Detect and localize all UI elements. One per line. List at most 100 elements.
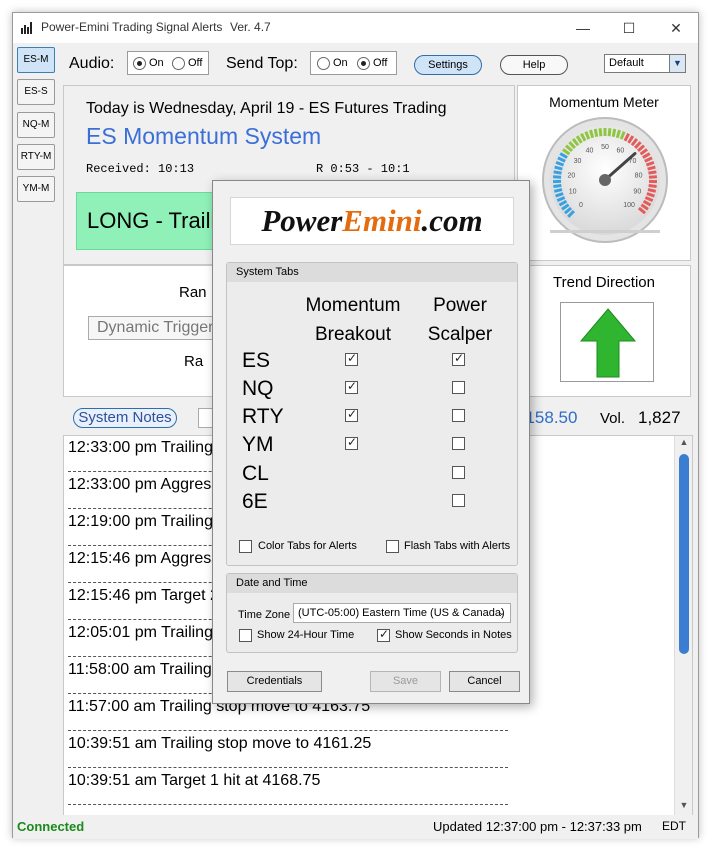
gauge-tick-label: 60 — [617, 148, 625, 155]
tab-es-s[interactable]: ES-S — [17, 79, 55, 105]
gauge-tick-label: 10 — [569, 189, 577, 196]
minimize-button[interactable]: — — [560, 13, 606, 43]
gauge-band-segment — [607, 128, 612, 137]
tab-nq-m[interactable]: NQ-M — [17, 112, 55, 138]
power-scalper-header: Power Scalper — [415, 291, 505, 349]
row-label-cl: CL — [242, 462, 269, 485]
profile-select[interactable]: Default ▼ — [604, 54, 686, 73]
date-time-group: Date and Time Time Zone (UTC-05:00) East… — [226, 573, 518, 653]
show-24-hour-label: Show 24-Hour Time — [257, 629, 355, 641]
tab-rty-m[interactable]: RTY-M — [17, 144, 55, 170]
received-time: Received: 10:13 — [86, 162, 195, 176]
gauge-tick-label: 20 — [568, 173, 576, 180]
volume-label: Vol. — [600, 410, 626, 427]
gauge-band-segment — [553, 188, 563, 193]
momentum-breakout-header: Momentum Breakout — [297, 291, 409, 349]
scroll-down-icon[interactable]: ▼ — [675, 800, 692, 816]
es-scalper-checkbox[interactable] — [452, 351, 465, 366]
color-tabs-checkbox[interactable] — [239, 540, 252, 553]
arrow-up-icon — [579, 308, 637, 378]
flash-tabs-checkbox[interactable] — [386, 540, 399, 553]
time-zone-label: Time Zone — [238, 609, 291, 621]
logo: PowerEmini.com — [230, 197, 514, 245]
row-label-es: ES — [242, 349, 271, 372]
audio-radio-group: On Off — [127, 51, 209, 75]
range-label-1: Ran — [179, 284, 207, 301]
title-bar: Power-Emini Trading Signal Alerts Ver. 4… — [13, 13, 698, 43]
list-item: 10:39:51 am Target 1 hit at 4168.75 — [68, 769, 508, 805]
volume-value: 1,827 — [638, 408, 681, 427]
gauge-band-segment — [553, 184, 562, 189]
audio-off-radio[interactable] — [172, 57, 185, 70]
scroll-thumb[interactable] — [679, 454, 689, 654]
chevron-down-icon[interactable]: ▼ — [669, 55, 685, 72]
logo-text: PowerEmini.com — [231, 203, 513, 239]
6e-scalper-checkbox[interactable] — [452, 494, 465, 507]
close-button[interactable]: ✕ — [653, 13, 699, 43]
system-tabs-title: System Tabs — [227, 263, 517, 282]
row-label-6e: 6E — [242, 490, 268, 513]
scroll-up-icon[interactable]: ▲ — [675, 437, 692, 453]
gauge-tick-label: 90 — [633, 189, 641, 196]
ym-momentum-checkbox[interactable] — [345, 435, 358, 450]
audio-on-radio[interactable] — [133, 57, 146, 70]
es-momentum-checkbox[interactable] — [345, 351, 358, 366]
gauge-band-segment — [647, 165, 656, 171]
tab-ym-m[interactable]: YM-M — [17, 176, 55, 202]
gauge-tick-label: 100 — [623, 202, 635, 209]
show-seconds-checkbox[interactable] — [377, 627, 390, 642]
save-button[interactable]: Save — [370, 671, 441, 692]
today-text: Today is Wednesday, April 19 - ES Future… — [86, 100, 447, 117]
time-zone-select[interactable]: (UTC-05:00) Eastern Time (US & Canada) ⌄ — [293, 603, 511, 623]
settings-button[interactable]: Settings — [414, 55, 482, 75]
gauge-band-segment — [611, 128, 617, 138]
updated-time: Updated 12:37:00 pm - 12:37:33 pm — [433, 819, 642, 834]
gauge-band-segment — [553, 175, 562, 179]
rty-momentum-checkbox[interactable] — [345, 407, 358, 422]
nq-momentum-checkbox[interactable] — [345, 379, 358, 394]
status-bar: Connected Updated 12:37:00 pm - 12:37:33… — [13, 815, 698, 839]
cl-scalper-checkbox[interactable] — [452, 466, 465, 479]
show-seconds-label: Show Seconds in Notes — [395, 629, 512, 641]
maximize-button[interactable]: ☐ — [606, 13, 652, 43]
trend-box — [560, 302, 654, 382]
cancel-button[interactable]: Cancel — [449, 671, 520, 692]
credentials-button[interactable]: Credentials — [227, 671, 322, 692]
send-top-radio-group: On Off — [310, 51, 397, 75]
scalper-header-line2: Scalper — [427, 324, 493, 345]
connection-status: Connected — [17, 819, 85, 834]
logo-part-com: .com — [421, 203, 483, 238]
audio-label: Audio: — [69, 55, 115, 72]
toolbar: Audio: On Off Send Top: On Off Settings … — [59, 49, 699, 79]
timezone-label: EDT — [662, 819, 686, 833]
trend-title: Trend Direction — [553, 274, 655, 291]
tab-es-m[interactable]: ES-M — [17, 47, 55, 73]
send-off-label: Off — [373, 57, 388, 69]
chevron-down-icon[interactable]: ⌄ — [498, 604, 506, 622]
gauge-tick-label: 80 — [635, 173, 643, 180]
rty-scalper-checkbox[interactable] — [452, 409, 465, 422]
gauge-tick-label: 40 — [586, 148, 594, 155]
gauge-band-segment — [648, 184, 657, 189]
ym-scalper-checkbox[interactable] — [452, 437, 465, 450]
send-on-radio[interactable] — [317, 57, 330, 70]
notes-scrollbar[interactable]: ▲ ▼ — [674, 436, 692, 817]
system-notes-button[interactable]: System Notes — [73, 408, 177, 428]
received-range: R 0:53 - 10:1 — [316, 162, 410, 176]
help-button[interactable]: Help — [500, 55, 568, 75]
gauge-tick-label: 50 — [601, 144, 609, 151]
momentum-meter-panel: Momentum Meter 0 10 20 30 40 50 60 70 80 90 100 — [517, 85, 691, 261]
row-label-rty: RTY — [242, 405, 284, 428]
nq-scalper-checkbox[interactable] — [452, 381, 465, 394]
gauge-band-segment — [553, 170, 562, 175]
send-on-label: On — [333, 57, 348, 69]
gauge-band-segment — [648, 175, 657, 179]
send-off-radio[interactable] — [357, 57, 370, 70]
scalper-header-line1: Power — [433, 295, 487, 316]
trend-panel: Trend Direction — [517, 265, 691, 397]
audio-off-label: Off — [188, 57, 203, 69]
date-time-title: Date and Time — [227, 574, 517, 593]
momentum-meter-title: Momentum Meter — [549, 94, 659, 110]
show-24-hour-checkbox[interactable] — [239, 629, 252, 642]
gauge-tick-label: 30 — [574, 158, 582, 165]
